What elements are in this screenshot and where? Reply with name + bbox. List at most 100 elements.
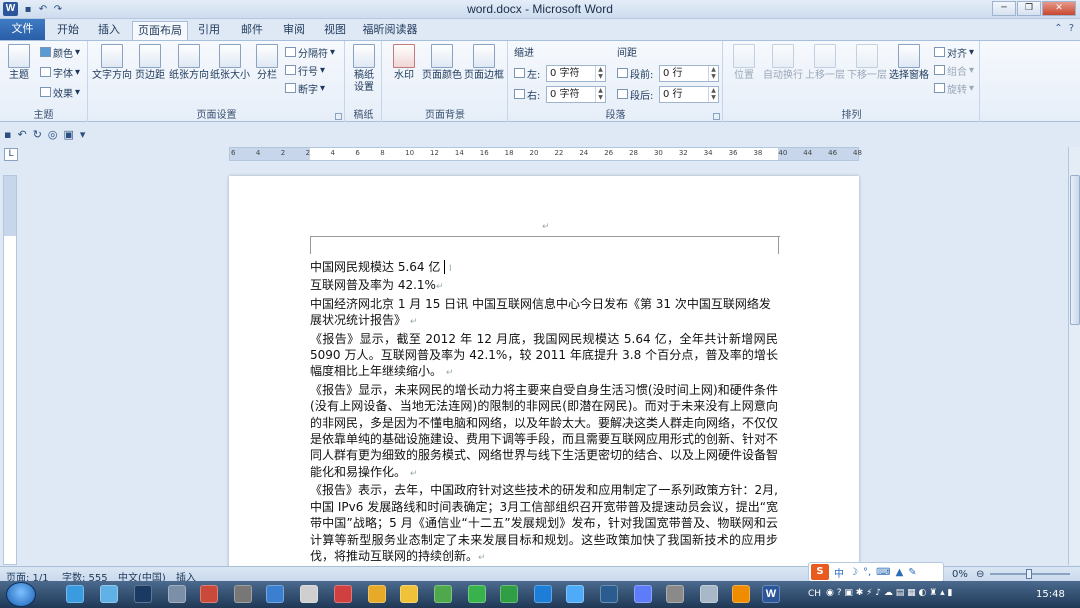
tray-icons[interactable]: ◉ ? ▣ ✱ ⚡ ♪ ☁ ▤ ▦ ◐ ♜ ▴ ▮ bbox=[826, 588, 952, 598]
tools-icon[interactable]: ✎ bbox=[908, 567, 916, 578]
dialog-launcher-icon[interactable] bbox=[335, 113, 342, 120]
start-button[interactable] bbox=[6, 582, 36, 607]
tab-selector-icon[interactable]: L bbox=[4, 148, 18, 161]
tab-view[interactable]: 视图 bbox=[318, 21, 352, 40]
theme-colors-button[interactable]: 颜色 ▾ bbox=[40, 45, 80, 60]
redo-icon[interactable]: ↻ bbox=[33, 128, 42, 141]
moon-icon[interactable]: ☽ bbox=[849, 567, 858, 578]
position-button[interactable]: 位置 bbox=[728, 44, 760, 82]
zoom-slider-knob[interactable] bbox=[1026, 569, 1032, 579]
paragraph-4[interactable]: 《报告》显示，截至 2012 年 12 月底，我国网民规模达 5.64 亿，全年… bbox=[310, 331, 778, 382]
taskbar-app-icon[interactable] bbox=[732, 585, 750, 603]
taskbar-app-icon[interactable] bbox=[266, 585, 284, 603]
vertical-scrollbar[interactable] bbox=[1068, 147, 1080, 565]
rotate-button[interactable]: 旋转 ▾ bbox=[934, 81, 974, 96]
tab-file[interactable]: 文件 bbox=[0, 19, 45, 40]
ime-mode[interactable]: 中 bbox=[834, 565, 844, 580]
tab-mailings[interactable]: 邮件 bbox=[234, 21, 270, 40]
minimize-button[interactable]: ─ bbox=[992, 1, 1016, 16]
taskbar-photoshop-icon[interactable] bbox=[134, 585, 152, 603]
save-icon[interactable]: ▪ bbox=[4, 128, 11, 141]
margins-button[interactable]: 页边距 bbox=[133, 44, 167, 82]
tab-page-layout[interactable]: 页面布局 bbox=[132, 21, 188, 40]
group-objects-button[interactable]: 组合 ▾ bbox=[934, 63, 974, 78]
breaks-button[interactable]: 分隔符 ▾ bbox=[285, 45, 335, 60]
restore-button[interactable]: ❐ bbox=[1017, 1, 1041, 16]
taskbar-app-icon[interactable] bbox=[434, 585, 452, 603]
keyboard-icon[interactable]: ⌨ bbox=[876, 567, 890, 578]
spacing-before-input[interactable]: 0 行 ▲ ▼ bbox=[659, 65, 719, 82]
taskbar-app-icon[interactable] bbox=[700, 585, 718, 603]
paragraph-6[interactable]: 《报告》表示，去年，中国政府针对这些技术的研发和应用制定了一系列政策方针：2月,… bbox=[310, 482, 778, 566]
ime-toolbar[interactable]: S 中 ☽ °, ⌨ ▲ ✎ bbox=[808, 562, 944, 582]
zoom-level[interactable]: 0% bbox=[952, 569, 968, 580]
size-button[interactable]: 纸张大小 bbox=[209, 44, 251, 82]
tab-review[interactable]: 审阅 bbox=[276, 21, 312, 40]
circle-icon[interactable]: ◎ bbox=[48, 128, 58, 141]
undo-icon[interactable]: ↶ bbox=[17, 128, 26, 141]
spin-arrows-icon[interactable]: ▲ ▼ bbox=[708, 87, 718, 102]
orientation-button[interactable]: 纸张方向 bbox=[169, 44, 209, 82]
tab-insert[interactable]: 插入 bbox=[92, 21, 126, 40]
close-button[interactable]: ✕ bbox=[1042, 1, 1076, 16]
taskbar-app-icon[interactable] bbox=[300, 585, 318, 603]
taskbar-app-icon[interactable] bbox=[534, 585, 552, 603]
punctuation-icon[interactable]: °, bbox=[863, 567, 871, 578]
tray-clock[interactable]: 15:48 bbox=[1036, 589, 1065, 600]
sogou-logo-icon[interactable]: S bbox=[811, 564, 829, 580]
tab-foxit[interactable]: 福昕阅读器 bbox=[360, 21, 420, 40]
taskbar-app-icon[interactable] bbox=[66, 585, 84, 603]
taskbar-app-icon[interactable] bbox=[600, 585, 618, 603]
spin-arrows-icon[interactable]: ▲ ▼ bbox=[595, 87, 605, 102]
zoom-slider[interactable] bbox=[990, 569, 1070, 579]
skin-icon[interactable]: ▲ bbox=[896, 567, 904, 578]
taskbar-wechat-icon[interactable] bbox=[500, 585, 518, 603]
taskbar-app-icon[interactable] bbox=[200, 585, 218, 603]
customize-qat-icon[interactable]: ▾ bbox=[80, 128, 86, 141]
spin-arrows-icon[interactable]: ▲ ▼ bbox=[595, 66, 605, 81]
print-preview-icon[interactable]: ▣ bbox=[64, 128, 74, 141]
spacing-after-input[interactable]: 0 行 ▲ ▼ bbox=[659, 86, 719, 103]
tray-language[interactable]: CH bbox=[808, 589, 821, 599]
selection-pane-button[interactable]: 选择窗格 bbox=[888, 44, 930, 82]
page-borders-button[interactable]: 页面边框 bbox=[463, 44, 505, 82]
theme-effects-button[interactable]: 效果 ▾ bbox=[40, 85, 80, 100]
zoom-out-icon[interactable]: ⊖ bbox=[976, 569, 984, 580]
theme-fonts-button[interactable]: 字体 ▾ bbox=[40, 65, 80, 80]
send-backward-button[interactable]: 下移一层 bbox=[846, 44, 888, 82]
indent-right-input[interactable]: 0 字符 ▲ ▼ bbox=[546, 86, 606, 103]
paragraph-2[interactable]: 互联网普及率为 42.1%↵ bbox=[310, 277, 778, 295]
paragraph-1[interactable]: 中国网民规模达 5.64 亿 I bbox=[310, 259, 778, 277]
taskbar-app-icon[interactable] bbox=[334, 585, 352, 603]
taskbar-app-icon[interactable] bbox=[566, 585, 584, 603]
minimize-ribbon-icon[interactable]: ⌃ bbox=[1054, 23, 1062, 34]
watermark-button[interactable]: 水印 bbox=[389, 44, 419, 82]
taskbar-app-icon[interactable] bbox=[666, 585, 684, 603]
align-button[interactable]: 对齐 ▾ bbox=[934, 45, 974, 60]
paragraph-5[interactable]: 《报告》显示，未来网民的增长动力将主要来自受自身生活习惯(没时间上网)和硬件条件… bbox=[310, 382, 778, 482]
indent-left-input[interactable]: 0 字符 ▲ ▼ bbox=[546, 65, 606, 82]
taskbar-word-icon[interactable]: W bbox=[762, 585, 780, 603]
spin-arrows-icon[interactable]: ▲ ▼ bbox=[708, 66, 718, 81]
text-direction-button[interactable]: 文字方向 bbox=[91, 44, 133, 82]
paragraph-3[interactable]: 中国经济网北京 1 月 15 日讯 中国互联网信息中心今日发布《第 31 次中国… bbox=[310, 296, 778, 331]
document-page[interactable]: ↵ 中国网民规模达 5.64 亿 I 互联网普及率为 42.1%↵ 中国经济网北… bbox=[229, 176, 859, 576]
document-body[interactable]: 中国网民规模达 5.64 亿 I 互联网普及率为 42.1%↵ 中国经济网北京 … bbox=[310, 259, 778, 566]
vertical-ruler[interactable] bbox=[3, 175, 17, 565]
scrollbar-thumb[interactable] bbox=[1070, 175, 1080, 325]
hyphenation-button[interactable]: 断字 ▾ bbox=[285, 81, 325, 96]
tab-references[interactable]: 引用 bbox=[192, 21, 226, 40]
taskbar-app-icon[interactable] bbox=[634, 585, 652, 603]
line-numbers-button[interactable]: 行号 ▾ bbox=[285, 63, 325, 78]
bring-forward-button[interactable]: 上移一层 bbox=[804, 44, 846, 82]
help-icon[interactable]: ? bbox=[1069, 23, 1074, 34]
dialog-launcher-icon[interactable] bbox=[713, 113, 720, 120]
horizontal-ruler[interactable]: 6 4 2 2 4 6 8 10 12 14 16 18 20 22 24 26 28 30 32 34 36 38 40 4… bbox=[229, 147, 862, 161]
taskbar-app-icon[interactable] bbox=[234, 585, 252, 603]
taskbar-app-icon[interactable] bbox=[168, 585, 186, 603]
page-color-button[interactable]: 页面颜色 bbox=[421, 44, 463, 82]
taskbar-app-icon[interactable] bbox=[368, 585, 386, 603]
columns-button[interactable]: 分栏 bbox=[253, 44, 281, 82]
taskbar-app-icon[interactable] bbox=[468, 585, 486, 603]
wrap-text-button[interactable]: 自动换行 bbox=[762, 44, 804, 82]
